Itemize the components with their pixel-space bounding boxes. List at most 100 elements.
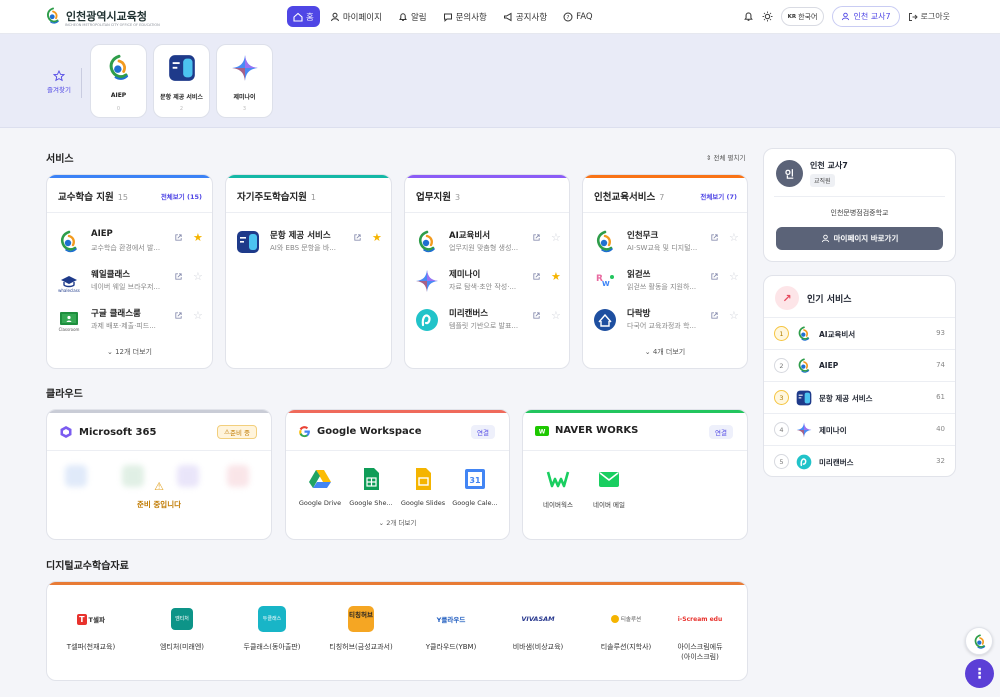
nav-inquiry-label: 문의사항 xyxy=(455,12,487,23)
card-accent-bar xyxy=(47,175,212,178)
digital-item-name: 엠티처(미래엔) xyxy=(159,643,205,651)
service-item[interactable]: AI교육비서 업무지원 맞춤형 생성... ☆ xyxy=(415,225,569,259)
floating-logo-button[interactable] xyxy=(965,627,993,655)
digital-item[interactable]: i-Scream edu 아이스크림에듀 (아이스크림) xyxy=(660,606,740,662)
nav-mypage[interactable]: 마이페이지 xyxy=(324,6,388,27)
gemini-icon xyxy=(415,269,439,293)
favorite-card-ebs[interactable]: 문항 제공 서비스 2 xyxy=(153,44,210,118)
show-more-button[interactable]: ⌄ 2개 더보기 xyxy=(286,517,509,527)
service-name: 인천무크 xyxy=(627,231,659,241)
digital-item[interactable]: Y클라우드 Y클라우드(YBM) xyxy=(411,606,491,652)
nav-alerts[interactable]: 알림 xyxy=(392,6,433,27)
star-outline-icon[interactable]: ☆ xyxy=(729,309,739,322)
star-filled-icon[interactable]: ★ xyxy=(551,270,561,283)
app-google-drive[interactable]: Google Drive xyxy=(297,467,343,507)
popular-item[interactable]: 3 문항 제공 서비스 61 xyxy=(764,381,955,413)
app-google-slides[interactable]: Google Slides xyxy=(400,467,446,507)
gemini-icon xyxy=(796,422,812,438)
divider xyxy=(774,196,945,197)
star-outline-icon[interactable]: ☆ xyxy=(193,270,203,283)
nav-faq-label: FAQ xyxy=(576,11,593,22)
logout-icon xyxy=(908,12,918,21)
popular-item[interactable]: 1 AI교육비서 93 xyxy=(764,317,955,349)
digital-item[interactable]: 두클래스 두클래스(동아출판) xyxy=(232,606,312,652)
floating-menu-button[interactable]: ⋮ xyxy=(965,659,994,688)
favorite-card-gemini[interactable]: 제미나이 3 xyxy=(216,44,273,118)
star-outline-icon[interactable]: ☆ xyxy=(193,309,203,322)
digital-item[interactable]: 티솔루션 티솔루션(지학사) xyxy=(586,606,666,652)
external-link-icon[interactable] xyxy=(532,311,541,320)
user-menu[interactable]: 인천 교사7 xyxy=(832,6,900,27)
card-count: 15 xyxy=(117,193,128,202)
svg-text:Classroom: Classroom xyxy=(59,327,80,332)
star-outline-icon[interactable]: ☆ xyxy=(551,231,561,244)
popular-item[interactable]: 4 제미나이 40 xyxy=(764,413,955,445)
nav-inquiry[interactable]: 문의사항 xyxy=(437,6,493,27)
app-google-calendar[interactable]: 31 Google Cale... xyxy=(452,467,498,507)
service-item[interactable]: 문항 제공 서비스 AI와 EBS 문항을 바... ★ xyxy=(236,225,391,259)
service-name: 읽걷쓰 xyxy=(627,270,651,280)
service-item[interactable]: 제미나이 자료 탐색·초안 작성·... ★ xyxy=(415,264,569,298)
app-naver-mail[interactable]: 네이버 메일 xyxy=(586,467,632,509)
star-outline-icon[interactable]: ☆ xyxy=(729,270,739,283)
service-item[interactable]: AIEP 교수학습 환경에서 발... ★ xyxy=(57,225,212,259)
favorite-count: 0 xyxy=(116,106,121,112)
divider xyxy=(583,212,747,213)
external-link-icon[interactable] xyxy=(174,233,183,242)
show-more-button[interactable]: ⌄ 12개 더보기 xyxy=(47,347,212,357)
service-item[interactable]: 다락방 다국어 교육과정과 학... ☆ xyxy=(593,303,747,337)
external-link-icon[interactable] xyxy=(353,233,362,242)
star-filled-icon[interactable]: ★ xyxy=(193,231,203,244)
view-all-link[interactable]: 전체보기 (7) xyxy=(700,191,737,201)
popular-item[interactable]: 5 미리캔버스 32 xyxy=(764,445,955,477)
external-link-icon[interactable] xyxy=(174,311,183,320)
digital-item-name-line2: (아이스크림) xyxy=(681,653,719,661)
favorite-card-aiep[interactable]: AIEP 0 xyxy=(90,44,147,118)
nav-home[interactable]: 홈 xyxy=(287,6,320,27)
star-outline-icon[interactable]: ☆ xyxy=(551,309,561,322)
expand-all-button[interactable]: ⇕ 전체 펼치기 xyxy=(706,152,745,162)
service-item[interactable]: 미리캔버스 템플릿 기반으로 발표... ☆ xyxy=(415,303,569,337)
miricanvas-icon xyxy=(415,308,439,332)
service-item[interactable]: 인천무크 AI·SW교육 및 디지털... ☆ xyxy=(593,225,747,259)
site-logo[interactable]: 인천광역시교육청 INCHEON METROPOLITAN CITY OFFIC… xyxy=(44,5,160,27)
connect-button[interactable]: 연결 xyxy=(709,425,733,439)
mypage-button[interactable]: 마이페이지 바로가기 xyxy=(776,227,943,250)
digital-item[interactable]: T T셀파 T셀파(천재교육) xyxy=(51,606,131,652)
preparing-notice: 준비 중입니다 xyxy=(136,500,181,509)
tsherpa-logo-text: T셀파 xyxy=(88,616,105,624)
card-title: 자기주도학습지원 1 xyxy=(237,189,316,203)
service-item[interactable]: Classroom 구글 클래스룸 과제 배포·제출·피드... ☆ xyxy=(57,303,212,337)
digital-item[interactable]: VIVASAM 비바샘(비상교육) xyxy=(498,606,578,652)
view-all-link[interactable]: 전체보기 (15) xyxy=(161,191,202,201)
bell-icon[interactable] xyxy=(743,11,754,22)
external-link-icon[interactable] xyxy=(532,272,541,281)
google-calendar-icon: 31 xyxy=(465,469,485,489)
nav-notice[interactable]: 공지사항 xyxy=(497,6,553,27)
digital-item-name: T셀파(천재교육) xyxy=(66,643,116,651)
help-circle-icon: ? xyxy=(563,12,573,21)
card-accent-bar xyxy=(286,410,509,413)
sun-icon[interactable] xyxy=(762,11,773,22)
card-accent-bar xyxy=(47,582,747,585)
app-google-sheets[interactable]: Google She... xyxy=(348,467,394,507)
app-naver-works[interactable]: 네이버웍스 xyxy=(535,467,581,509)
nav-faq[interactable]: ? FAQ xyxy=(557,6,598,27)
star-outline-icon[interactable]: ☆ xyxy=(729,231,739,244)
google-icon xyxy=(299,426,310,438)
show-more-button[interactable]: ⌄ 4개 더보기 xyxy=(583,347,747,357)
external-link-icon[interactable] xyxy=(532,233,541,242)
external-link-icon[interactable] xyxy=(710,311,719,320)
external-link-icon[interactable] xyxy=(710,272,719,281)
language-selector[interactable]: KR 한국어 xyxy=(780,7,825,26)
star-filled-icon[interactable]: ★ xyxy=(372,231,382,244)
external-link-icon[interactable] xyxy=(174,272,183,281)
service-item[interactable]: whaleclass 웨일클래스 네이버 웨일 브라우저... ☆ xyxy=(57,264,212,298)
service-item[interactable]: RW 읽걷쓰 읽걷쓰 활동을 지원하... ☆ xyxy=(593,264,747,298)
popular-item[interactable]: 2 AIEP 74 xyxy=(764,349,955,381)
digital-item[interactable]: 엠티처 엠티처(미래엔) xyxy=(142,606,222,652)
connect-button[interactable]: 연결 xyxy=(471,425,495,439)
digital-item[interactable]: 티칭허브 티칭허브(금성교과서) xyxy=(321,606,401,652)
logout-button[interactable]: 로그아웃 xyxy=(908,11,950,22)
external-link-icon[interactable] xyxy=(710,233,719,242)
